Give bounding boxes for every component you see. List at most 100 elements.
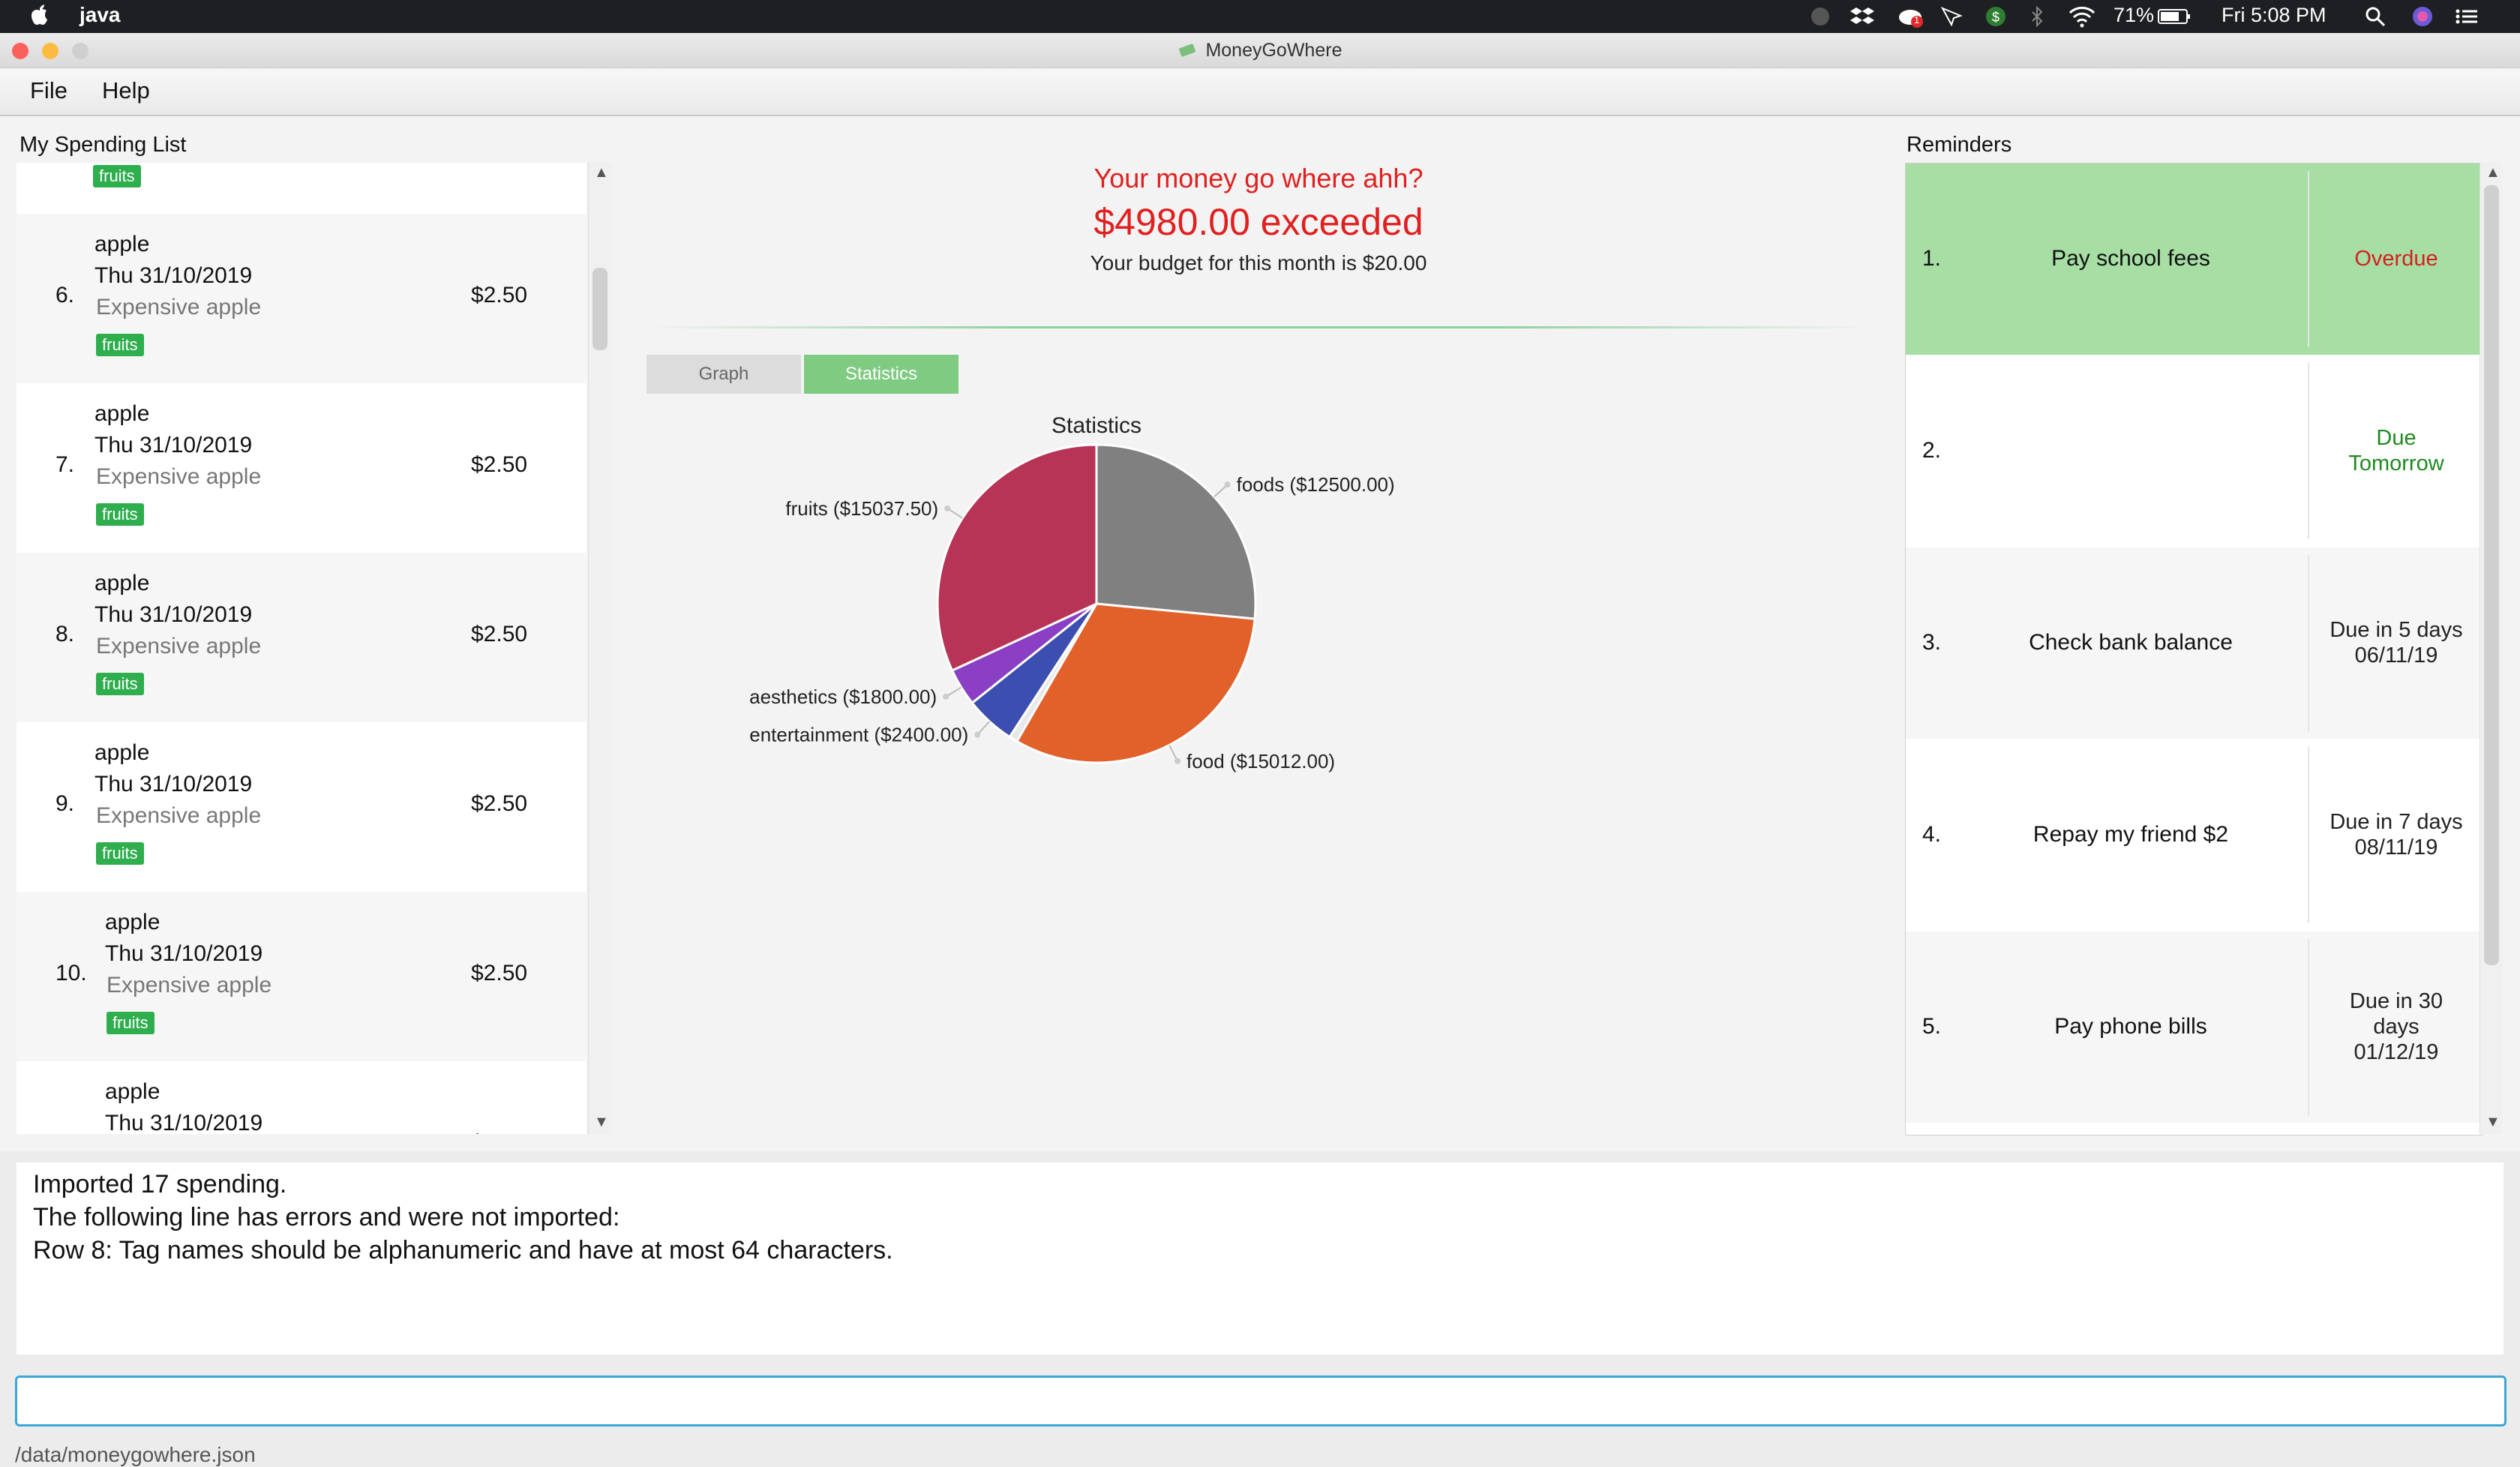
- reminder-item[interactable]: 2. Due Tomorrow: [1906, 356, 2482, 547]
- reminder-index: 5.: [1922, 1014, 1942, 1039]
- record-icon[interactable]: [1809, 5, 1832, 28]
- reminder-status-line: Overdue: [2354, 247, 2438, 271]
- reminder-description: Pay phone bills: [2054, 1014, 2207, 1039]
- window-title: MoneyGoWhere: [1205, 40, 1342, 61]
- spending-cost: $2.50: [471, 1130, 527, 1134]
- scroll-down-icon[interactable]: ▼: [594, 1114, 609, 1131]
- pie-label: entertainment ($2400.00): [749, 724, 968, 746]
- spending-cost: $2.50: [471, 791, 528, 816]
- spending-index: 8.: [56, 622, 75, 646]
- reminder-item[interactable]: 3. Check bank balance Due in 5 days 06/11/1…: [1906, 548, 2482, 739]
- spending-card[interactable]: 11. apple Thu 31/10/2019 $2.50: [16, 1061, 586, 1134]
- column-separator: [2308, 171, 2309, 347]
- budget-exceeded: $4980.00 exceeded: [1094, 201, 1424, 243]
- spending-date: Thu 31/10/2019: [94, 602, 253, 627]
- pie-label-dot: [1174, 758, 1181, 764]
- spending-remark: Expensive apple: [96, 803, 262, 828]
- spending-name: apple: [105, 910, 160, 934]
- reminder-item[interactable]: 1. Pay school fees Overdue: [1906, 164, 2482, 355]
- spending-cost: $2.50: [471, 283, 528, 308]
- scroll-up-icon[interactable]: ▲: [594, 164, 609, 182]
- reminder-index: 4.: [1922, 822, 1942, 847]
- reminder-status: Due in 30 days 01/12/19: [2311, 988, 2482, 1065]
- cursor-tool-icon[interactable]: [1940, 5, 1965, 28]
- scroll-up-icon[interactable]: ▲: [2486, 164, 2500, 182]
- status-bar-save-path: /data/moneygowhere.json: [15, 1443, 256, 1466]
- reminder-description: Repay my friend $2: [2032, 822, 2229, 847]
- active-app-name[interactable]: java: [80, 3, 121, 27]
- spending-card[interactable]: 7. apple Thu 31/10/2019 Expensive apple $2.5…: [16, 383, 586, 553]
- tag-badge: fruits: [96, 842, 144, 865]
- cloud-sync-icon[interactable]: 1: [1898, 5, 1924, 28]
- tab-statistics[interactable]: Statistics: [804, 355, 958, 394]
- scroll-down-icon[interactable]: ▼: [2486, 1114, 2500, 1131]
- spending-remark: Expensive apple: [106, 973, 272, 998]
- reminder-index: 1.: [1922, 246, 1942, 271]
- bluetooth-icon[interactable]: [2030, 5, 2044, 28]
- pie-label-dot: [944, 505, 951, 512]
- reminder-status: Due Tomorrow: [2311, 425, 2482, 476]
- battery-icon[interactable]: [2157, 5, 2192, 28]
- spending-card[interactable]: fruits: [16, 163, 586, 214]
- spending-list-scrollbar[interactable]: ▲ ▼: [588, 163, 611, 1134]
- spending-list[interactable]: fruits 6. apple Thu 31/10/2019 Expensive ap…: [16, 163, 586, 1134]
- pie-label-dot: [974, 731, 981, 738]
- pie-label: food ($15012.00): [1186, 750, 1335, 772]
- spending-index: 11.: [56, 1130, 85, 1134]
- spending-name: apple: [94, 571, 150, 596]
- divider: [646, 326, 1869, 328]
- reminder-index: 3.: [1922, 630, 1942, 655]
- dollar-app-icon[interactable]: $: [1984, 5, 2007, 28]
- wifi-icon[interactable]: [2067, 5, 2097, 28]
- reminder-description: Pay school fees: [2051, 246, 2210, 271]
- tag-badge: fruits: [106, 1012, 154, 1034]
- spending-card[interactable]: 9. apple Thu 31/10/2019 Expensive apple $2.5…: [16, 722, 586, 892]
- spending-card[interactable]: 10. apple Thu 31/10/2019 Expensive apple $2.…: [16, 892, 586, 1061]
- menu-help[interactable]: Help: [102, 77, 150, 104]
- spending-date: Thu 31/10/2019: [105, 941, 263, 966]
- clock[interactable]: Fri 5:08 PM: [2222, 4, 2326, 27]
- spending-remark: Expensive apple: [96, 295, 262, 320]
- notification-center-icon[interactable]: [2454, 5, 2480, 28]
- reminder-status-line: 01/12/19: [2354, 1040, 2439, 1064]
- spending-index: 10.: [56, 961, 87, 986]
- reminder-item[interactable]: 4. Repay my friend $2 Due in 7 days 08/11/1…: [1906, 740, 2482, 931]
- scrollbar-thumb[interactable]: [2484, 185, 2499, 965]
- window-title-wrap: MoneyGoWhere: [0, 40, 2520, 62]
- result-line: Row 8: Tag names should be alphanumeric …: [33, 1236, 893, 1264]
- spending-date: Thu 31/10/2019: [94, 263, 253, 288]
- spending-cost: $2.50: [471, 961, 528, 986]
- reminder-list[interactable]: 1. Pay school fees Overdue 2. Due Tomorrow 3. C…: [1905, 163, 2482, 1136]
- scrollbar-thumb[interactable]: [592, 268, 608, 350]
- tag-badge: fruits: [96, 503, 144, 526]
- tab-graph[interactable]: Graph: [646, 355, 801, 394]
- tag-badge: fruits: [96, 334, 144, 356]
- command-input[interactable]: [15, 1376, 2506, 1426]
- siri-icon[interactable]: [2410, 5, 2434, 28]
- column-separator: [2308, 747, 2309, 923]
- reminder-status-line: days: [2373, 1015, 2420, 1039]
- reminder-description: Check bank balance: [2029, 630, 2233, 655]
- window-title-bar: MoneyGoWhere: [0, 33, 2520, 68]
- spending-remark: Expensive apple: [96, 634, 262, 658]
- reminder-list-scrollbar[interactable]: ▲ ▼: [2480, 163, 2503, 1134]
- money-icon: [1178, 44, 1196, 57]
- spending-cost: $2.50: [471, 622, 528, 646]
- app-menu-bar: File Help: [0, 68, 2520, 116]
- reminder-index: 2.: [1922, 438, 1942, 463]
- statistics-pie-chart: Statistics foods ($12500.00) food ($15012…: [749, 413, 1395, 772]
- reminder-item[interactable]: 5. Pay phone bills Due in 30 days 01/12/19: [1906, 932, 2482, 1123]
- spotlight-search-icon[interactable]: [2364, 5, 2386, 28]
- reminder-status-line: Due in 7 days: [2330, 810, 2463, 834]
- spending-card[interactable]: 8. apple Thu 31/10/2019 Expensive apple $2.5…: [16, 553, 586, 722]
- result-line: The following line has errors and were n…: [33, 1203, 620, 1232]
- menu-file[interactable]: File: [30, 77, 68, 104]
- spending-date: Thu 31/10/2019: [94, 433, 253, 458]
- spending-cost: $2.50: [471, 452, 528, 477]
- spending-name: apple: [94, 401, 150, 426]
- svg-text:$: $: [1992, 10, 2000, 25]
- reminder-status-line: 08/11/19: [2354, 836, 2438, 860]
- spending-card[interactable]: 6. apple Thu 31/10/2019 Expensive apple $2.5…: [16, 214, 586, 383]
- dropbox-icon[interactable]: [1850, 5, 1875, 28]
- apple-logo-icon[interactable]: [30, 2, 50, 25]
